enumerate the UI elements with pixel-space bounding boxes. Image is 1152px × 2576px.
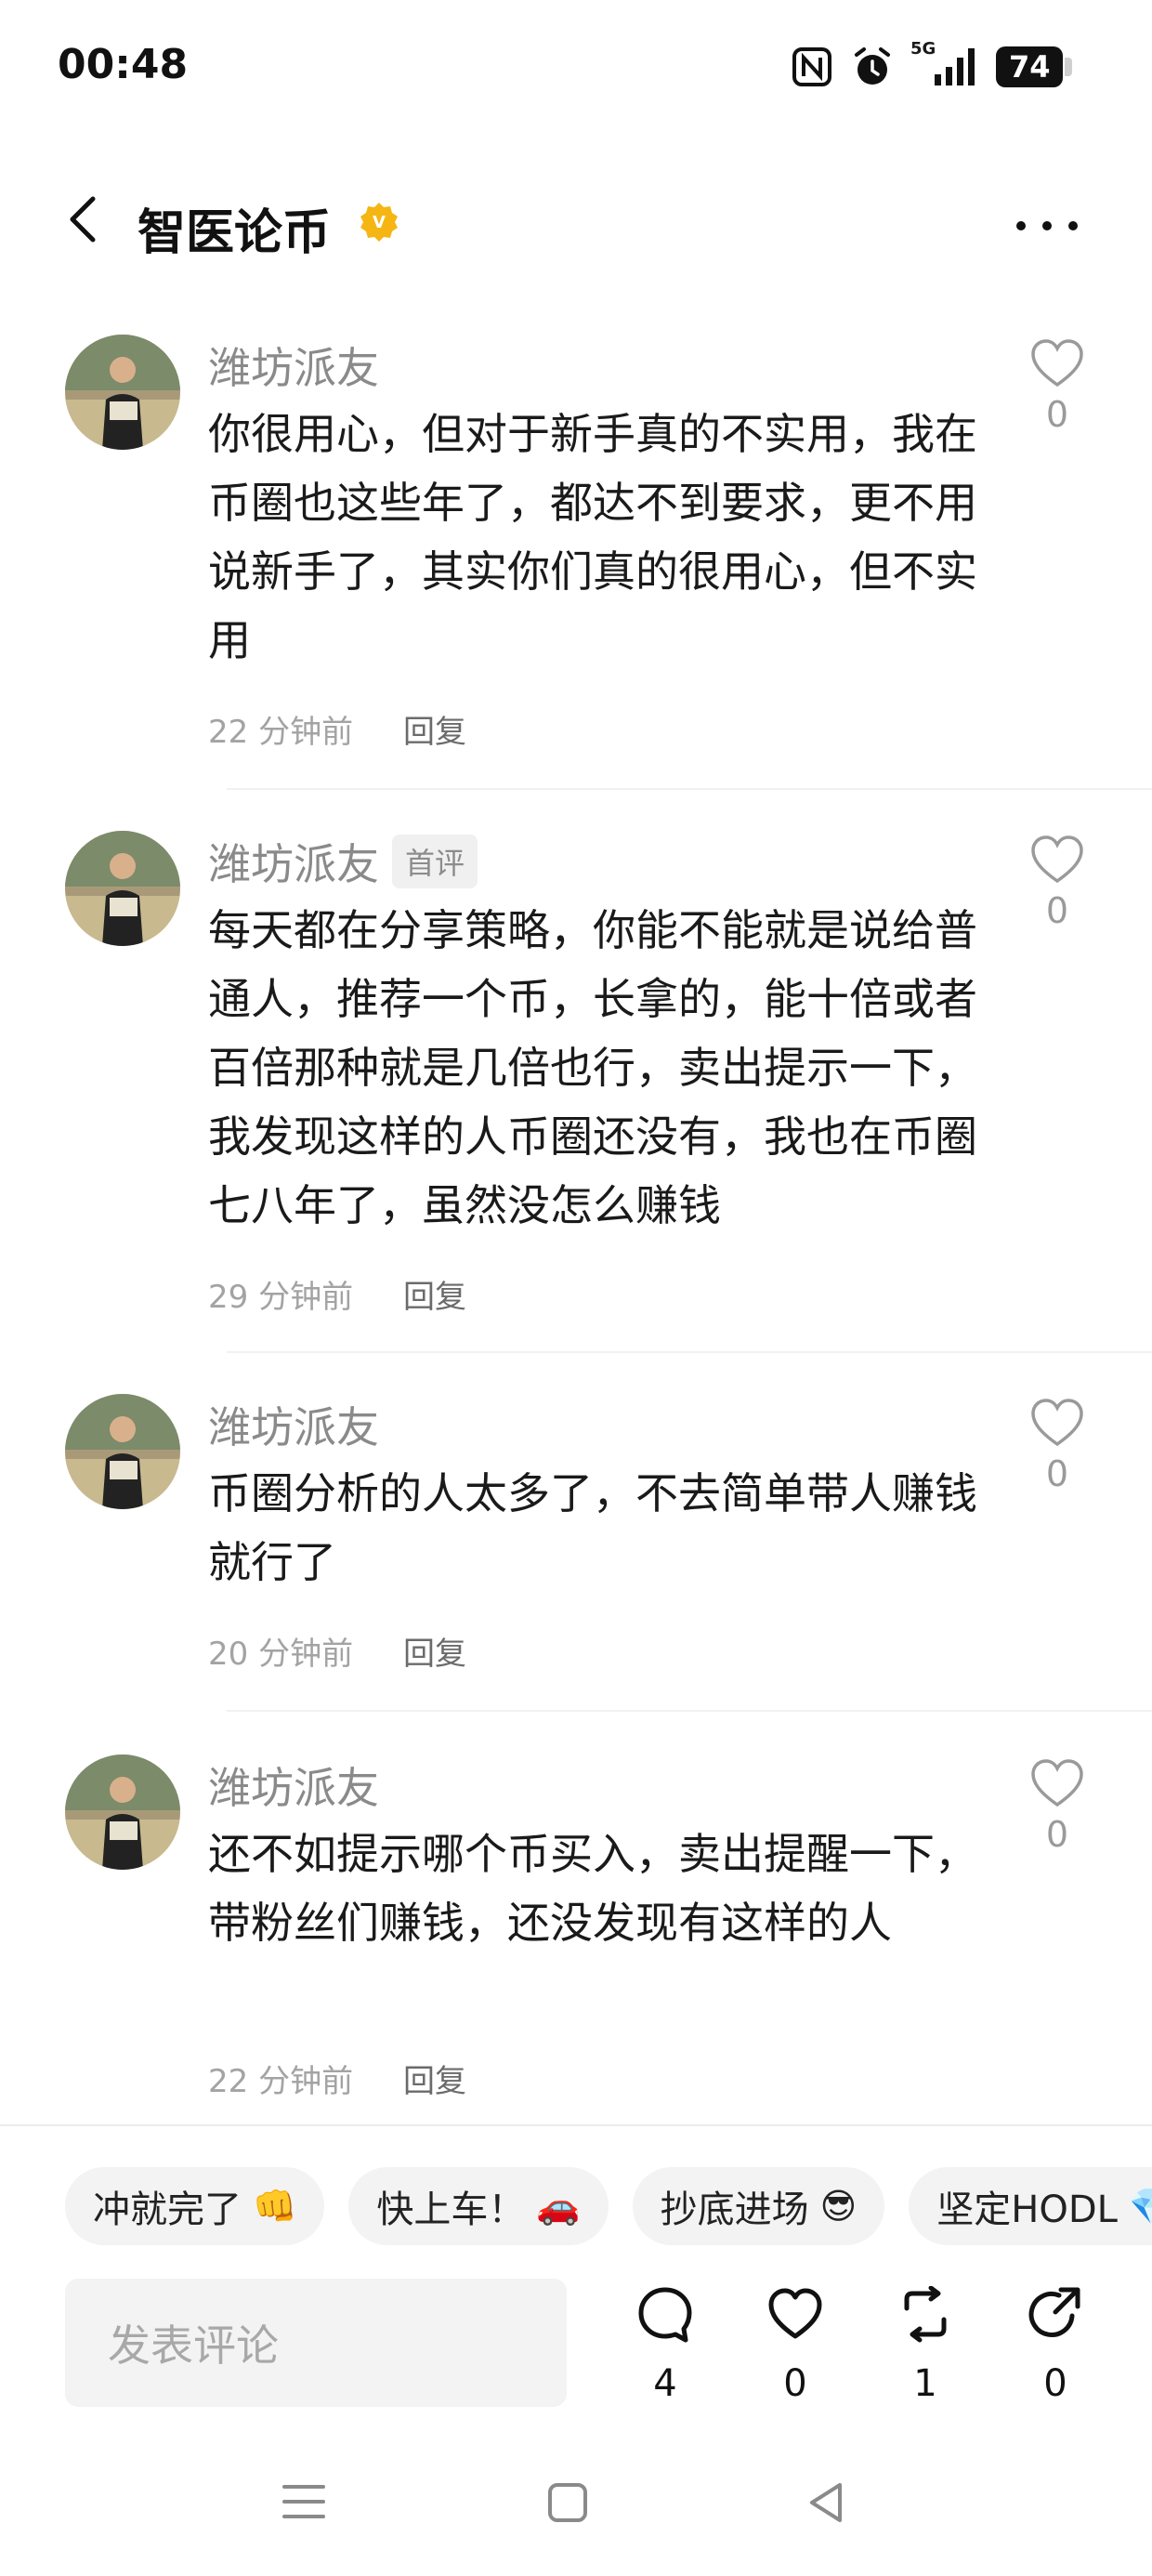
avatar[interactable] xyxy=(65,1394,180,1509)
chip-label: 坚定HODL xyxy=(936,2188,1118,2231)
signal-icon xyxy=(935,48,975,85)
comment-count: 4 xyxy=(653,2362,677,2405)
share-button[interactable]: 0 xyxy=(1009,2286,1102,2416)
repost-button[interactable]: 1 xyxy=(879,2286,972,2416)
comment-input[interactable]: 发表评论 xyxy=(65,2279,567,2407)
battery-indicator: 74 xyxy=(996,46,1072,87)
car-emoji-icon: 🚗 xyxy=(536,2185,581,2227)
divider xyxy=(227,788,1152,790)
quick-reply-chips: 冲就完了 👊 快上车！ 🚗 抄底进场 😎 坚定HODL 💎 xyxy=(65,2167,1152,2245)
like-count: 0 xyxy=(1045,1453,1069,1494)
reply-button[interactable]: 回复 xyxy=(403,2056,466,2101)
comment-bubble-icon xyxy=(638,2287,692,2343)
divider xyxy=(227,1351,1152,1353)
comment-time: 29 分钟前 xyxy=(208,1279,354,1316)
nfc-icon xyxy=(792,47,831,86)
comment-username-text: 潍坊派友 xyxy=(208,839,379,889)
like-count: 0 xyxy=(1045,1814,1069,1855)
alarm-icon xyxy=(855,47,890,85)
page-header: 智医论币 V xyxy=(0,167,1152,269)
comment-username[interactable]: 潍坊派友 首评 xyxy=(208,831,478,892)
avatar[interactable] xyxy=(65,831,180,946)
page-title: 智医论币 xyxy=(137,205,332,261)
repost-icon xyxy=(904,2286,947,2343)
comment-text: 币圈分析的人太多了，不去简单带人赚钱就行了 xyxy=(208,1468,977,1587)
heart-icon[interactable] xyxy=(1029,338,1085,388)
comment-time: 22 分钟前 xyxy=(208,2063,354,2100)
svg-text:V: V xyxy=(373,213,386,232)
repost-count: 1 xyxy=(913,2362,937,2405)
quick-reply-chip[interactable]: 抄底进场 😎 xyxy=(632,2167,885,2245)
more-icon[interactable] xyxy=(1011,195,1085,251)
menu-icon[interactable] xyxy=(281,2481,327,2522)
status-time: 00:48 xyxy=(58,41,189,88)
like-count: 0 xyxy=(1045,890,1069,931)
avatar[interactable] xyxy=(65,335,180,450)
quick-reply-chip[interactable]: 冲就完了 👊 xyxy=(65,2167,325,2245)
fist-emoji-icon: 👊 xyxy=(253,2185,297,2227)
comment-text: 你很用心，但对于新手真的不实用，我在币圈也这些年了，都达不到要求，更不用说新手了… xyxy=(208,409,977,665)
chevron-left-icon[interactable] xyxy=(58,191,113,247)
first-comment-badge: 首评 xyxy=(392,835,478,888)
comment-time: 20 分钟前 xyxy=(208,1636,354,1673)
heart-icon[interactable] xyxy=(1029,1758,1085,1808)
quick-reply-chip[interactable]: 快上车！ 🚗 xyxy=(348,2167,609,2245)
diamond-emoji-icon: 💎 xyxy=(1128,2185,1152,2227)
reply-button[interactable]: 回复 xyxy=(403,1271,466,1317)
chip-label: 快上车！ xyxy=(376,2188,526,2231)
like-count: 0 xyxy=(783,2362,807,2405)
divider xyxy=(0,2124,1152,2126)
heart-icon[interactable] xyxy=(1029,835,1085,885)
comment-username[interactable]: 潍坊派友 xyxy=(208,1394,379,1455)
back-nav-icon[interactable] xyxy=(805,2481,847,2524)
sunglasses-emoji-icon: 😎 xyxy=(819,2186,857,2227)
home-icon[interactable] xyxy=(546,2481,589,2524)
comment-time: 22 分钟前 xyxy=(208,714,354,751)
reply-button[interactable]: 回复 xyxy=(403,706,466,752)
heart-icon xyxy=(768,2288,822,2339)
chip-label: 冲就完了 xyxy=(93,2188,242,2231)
reply-button[interactable]: 回复 xyxy=(403,1628,466,1674)
like-button[interactable]: 0 xyxy=(749,2286,842,2416)
comment-text: 还不如提示哪个币买入，卖出提醒一下，带粉丝们赚钱，还没发现有这样的人 xyxy=(208,1829,977,1948)
like-count: 0 xyxy=(1045,394,1069,435)
comment-count-button[interactable]: 4 xyxy=(619,2286,712,2416)
avatar[interactable] xyxy=(65,1755,180,1870)
comment-username[interactable]: 潍坊派友 xyxy=(208,1755,379,1816)
heart-icon[interactable] xyxy=(1029,1398,1085,1448)
chip-label: 抄底进场 xyxy=(660,2188,809,2231)
share-count: 0 xyxy=(1043,2362,1067,2405)
divider xyxy=(227,1710,1152,1712)
battery-level: 74 xyxy=(1009,49,1051,85)
system-nav-bar xyxy=(0,2453,1152,2576)
comment-username[interactable]: 潍坊派友 xyxy=(208,335,379,396)
share-icon xyxy=(1028,2287,1080,2337)
verified-badge-icon: V xyxy=(360,203,398,242)
status-bar: 00:48 5G 74 xyxy=(0,0,1152,139)
comment-text: 每天都在分享策略，你能不能就是说给普通人，推荐一个币，长拿的，能十倍或者百倍那种… xyxy=(208,905,977,1230)
quick-reply-chip[interactable]: 坚定HODL 💎 xyxy=(909,2167,1152,2245)
network-type: 5G xyxy=(910,39,936,59)
